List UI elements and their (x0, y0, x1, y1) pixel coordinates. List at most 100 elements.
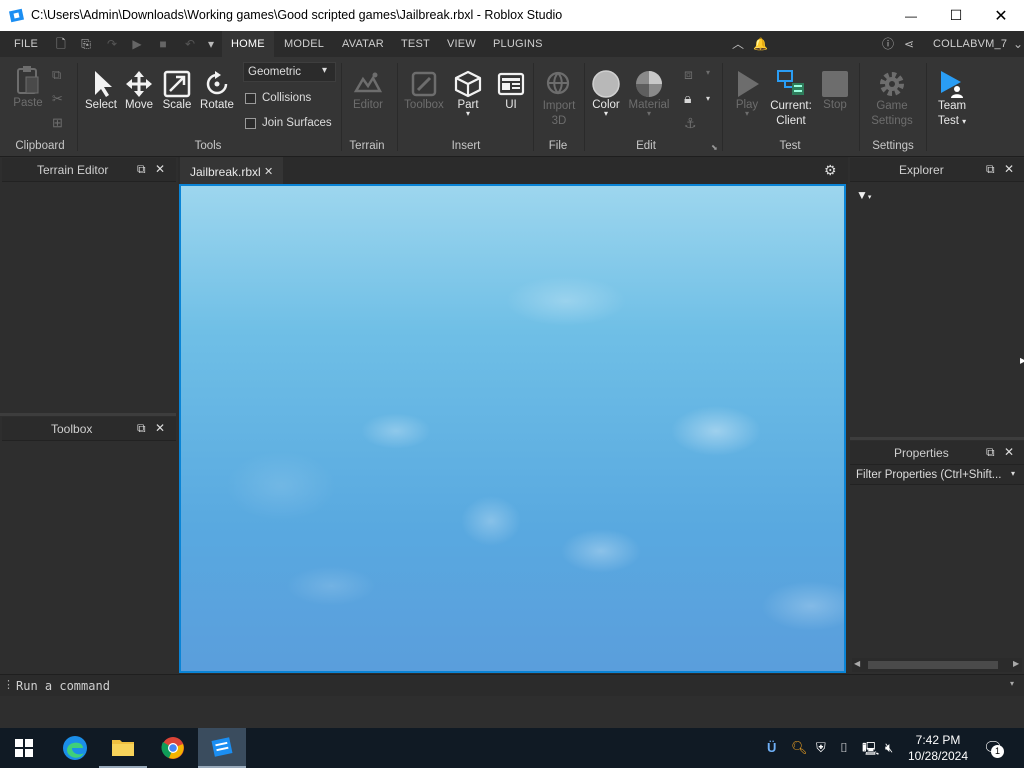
gear-icon (880, 72, 904, 96)
terrain-editor-button[interactable]: Editor (348, 69, 388, 111)
material-button[interactable]: Material ▾ (627, 69, 671, 118)
stop-quick-icon[interactable]: ■ (156, 37, 170, 51)
notifications-icon[interactable]: 🔔 (753, 37, 768, 51)
lock-dropdown-icon[interactable]: ▾ (706, 94, 710, 103)
file-group-label: File (548, 140, 568, 152)
command-input[interactable]: Run a command (16, 679, 110, 693)
minimize-button[interactable]: — (888, 0, 934, 31)
publish-icon[interactable]: ⎘ (79, 37, 93, 51)
tab-plugins[interactable]: PLUGINS (493, 38, 543, 50)
tab-home[interactable]: HOME (222, 31, 274, 57)
tray-security-shield-icon[interactable]: ⛨ (816, 740, 826, 756)
lock-icon[interactable]: 🔒︎ (684, 90, 691, 107)
document-tab[interactable]: Jailbreak.rbxl ✕ (180, 157, 283, 184)
game-settings-button[interactable]: Game Settings (866, 69, 918, 129)
paste-button[interactable]: Paste (10, 65, 46, 109)
close-icon[interactable]: ✕ (1004, 446, 1016, 458)
undock-icon[interactable]: ⧉ (137, 422, 149, 434)
current-client-button[interactable]: Current: Client (767, 69, 815, 129)
taskbar-roblox-studio[interactable] (198, 728, 246, 768)
close-tab-icon[interactable]: ✕ (264, 165, 273, 178)
help-icon[interactable]: ⓘ (881, 37, 895, 51)
ui-window-icon (497, 72, 525, 96)
close-icon[interactable]: ✕ (155, 163, 167, 175)
tray-network-icon[interactable]: 🖳︎ (862, 740, 879, 756)
horizontal-scrollbar[interactable]: ◀ ▶ (852, 658, 1022, 672)
maximize-button[interactable]: ☐ (933, 0, 979, 31)
stop-button[interactable]: Stop (818, 69, 852, 111)
explorer-filter-icon[interactable]: ▼▾ (856, 188, 871, 202)
share-icon[interactable]: ⋖ (902, 37, 916, 51)
play-button[interactable]: Play ▾ (729, 69, 765, 118)
scale-tool-button[interactable]: Scale (160, 69, 194, 111)
new-file-icon[interactable]: 🗋 (54, 37, 68, 51)
paste-label: Paste (13, 97, 43, 109)
join-surfaces-checkbox[interactable] (245, 118, 256, 129)
collisions-label: Collisions (262, 92, 312, 104)
window-titlebar: C:\Users\Admin\Downloads\Working games\G… (0, 0, 1024, 31)
start-button[interactable] (0, 728, 48, 768)
toolbox-title: Toolbox (51, 422, 93, 436)
taskbar-edge[interactable] (51, 728, 99, 768)
color-button[interactable]: Color ▾ (588, 69, 624, 118)
transform-mode-dropdown[interactable]: Geometric ▾ (243, 62, 336, 82)
scrollbar-thumb[interactable] (868, 661, 998, 669)
collisions-checkbox[interactable] (245, 93, 256, 104)
insert-ui-button[interactable]: UI (494, 69, 528, 111)
close-icon[interactable]: ✕ (1004, 163, 1016, 175)
3d-viewport[interactable] (179, 184, 846, 673)
team-test-button[interactable]: Team Test ▾ (930, 69, 974, 129)
cut-icon[interactable]: ✂ (52, 91, 63, 107)
tray-usb-icon[interactable]: ⌷ (840, 740, 848, 756)
edit-expand-icon[interactable]: ⬊ (711, 143, 718, 152)
collapse-ribbon-icon[interactable]: ︿ (731, 37, 745, 51)
copy-icon[interactable]: ⧉ (52, 67, 61, 83)
close-icon[interactable]: ✕ (155, 422, 167, 434)
panel-splitter[interactable] (0, 413, 176, 416)
import-label: Import (542, 100, 576, 112)
tab-test[interactable]: TEST (401, 38, 430, 50)
rotate-tool-button[interactable]: Rotate (198, 69, 236, 111)
toolbox-button[interactable]: Toolbox (402, 69, 446, 111)
user-menu-chevron-icon[interactable]: ⌄ (1011, 37, 1024, 51)
undock-icon[interactable]: ⧉ (137, 163, 149, 175)
move-tool-button[interactable]: Move (122, 69, 156, 111)
tray-app-icon[interactable]: Ü (767, 740, 776, 756)
insert-part-button[interactable]: Part ▾ (451, 69, 485, 118)
explorer-title: Explorer (899, 163, 944, 177)
taskbar-chrome[interactable] (149, 728, 197, 768)
tab-view[interactable]: VIEW (447, 38, 476, 50)
taskbar-file-explorer[interactable] (99, 728, 147, 768)
tray-search-icon[interactable]: 🔍︎ (791, 740, 808, 756)
select-tool-button[interactable]: Select (84, 69, 118, 111)
user-account-menu[interactable]: COLLABVM_7 (933, 38, 1007, 50)
tray-volume-muted-icon[interactable]: 🔇︎ (885, 740, 893, 756)
tab-model[interactable]: MODEL (284, 38, 324, 50)
anchor-icon[interactable]: ⚓︎ (684, 115, 697, 132)
scroll-right-icon[interactable]: ▶ (1013, 659, 1019, 668)
panel-splitter[interactable] (850, 437, 1024, 440)
viewport-settings-gear-icon[interactable]: ⚙ (824, 162, 837, 179)
tab-avatar[interactable]: AVATAR (342, 38, 384, 50)
undock-icon[interactable]: ⧉ (986, 163, 998, 175)
toolbox-label: Toolbox (404, 99, 444, 111)
play-quick-icon[interactable]: ▶ (130, 37, 144, 51)
filter-properties-input[interactable]: Filter Properties (Ctrl+Shift... ▾ (850, 465, 1024, 485)
duplicate-icon[interactable]: ⊞ (52, 115, 63, 131)
redo-icon[interactable]: ↷ (105, 37, 119, 51)
action-center-button[interactable]: 🗨︎ 1 (983, 738, 1004, 758)
import-3d-button[interactable]: Import 3D (537, 69, 581, 129)
team-test-icon (941, 71, 963, 98)
undock-icon[interactable]: ⧉ (986, 446, 998, 458)
close-window-button[interactable]: ✕ (978, 0, 1024, 31)
group-dropdown-icon[interactable]: ▾ (706, 68, 710, 77)
filter-dropdown-icon[interactable]: ▾ (1011, 469, 1015, 478)
scroll-left-icon[interactable]: ◀ (854, 659, 860, 668)
group-icon[interactable]: ⧈ (684, 66, 693, 83)
command-history-dropdown-icon[interactable]: ▾ (1010, 679, 1014, 688)
quick-access-dropdown-icon[interactable]: ▾ (204, 37, 218, 51)
command-bar[interactable]: ⋮ Run a command ▾ (0, 674, 1024, 696)
file-menu[interactable]: FILE (14, 38, 38, 50)
taskbar-clock[interactable]: 7:42 PM 10/28/2024 (905, 732, 971, 764)
undo-icon[interactable]: ↶ (183, 37, 197, 51)
